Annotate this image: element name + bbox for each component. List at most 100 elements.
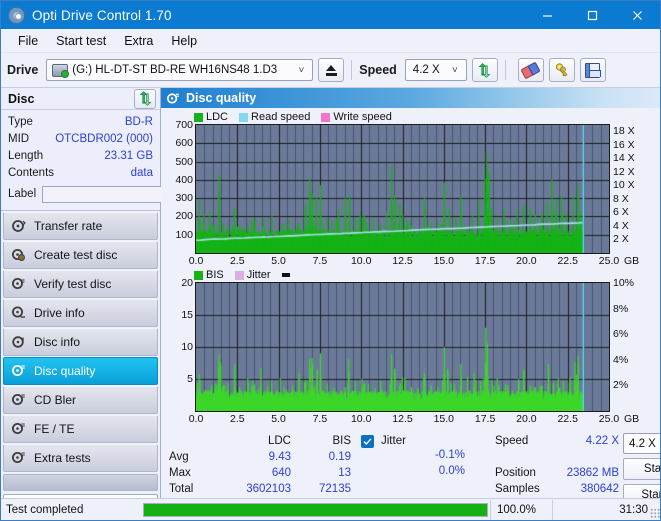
y2-tick-label: 10 X xyxy=(613,179,635,192)
sidebar-item-cd-bler[interactable]: CD Bler xyxy=(3,386,158,414)
y2-tick-label: 12 X xyxy=(613,165,635,178)
menu-start-test[interactable]: Start test xyxy=(47,32,115,50)
disc-contents-label: Contents xyxy=(8,166,55,179)
y-tick-label: 5 xyxy=(187,373,193,385)
x-tick-label: 22.5 xyxy=(557,255,578,267)
progress-percent: 100.0% xyxy=(490,499,552,520)
drive-toolbar: Drive (G:) HL-DT-ST BD-RE WH16NS48 1.D3 … xyxy=(1,53,660,88)
test-speed-select[interactable]: 4.2 X ˅ xyxy=(623,433,660,454)
y2-tick-label: 8 X xyxy=(613,192,629,205)
disc-quality-icon xyxy=(167,92,180,105)
y-tick-label: 700 xyxy=(175,119,193,131)
x-tick-label: 2.5 xyxy=(229,255,245,267)
x-tick-label: 15.0 xyxy=(433,255,455,267)
x-tick-label: 12.5 xyxy=(392,413,413,425)
disc-type-label: Type xyxy=(8,115,33,128)
bis-chart-plot[interactable] xyxy=(195,282,610,412)
x-tick-label: 12.5 xyxy=(392,255,413,267)
minimize-icon[interactable] xyxy=(525,1,570,29)
samples-label: Samples xyxy=(495,483,540,495)
elapsed-time: 31:30 xyxy=(552,499,660,520)
legend-entry-bis: BIS xyxy=(194,269,224,281)
ldc-chart: 100 200 300 400 500 600 700 2 X4 X6 X8 X 10 X 12… xyxy=(167,119,660,254)
toolbar-divider-2 xyxy=(504,60,506,80)
keys-button[interactable] xyxy=(548,58,575,82)
eject-button[interactable] xyxy=(318,58,345,82)
sidebar-item-extra-tests[interactable]: Extra tests xyxy=(3,444,158,472)
window-title: Opti Drive Control 1.70 xyxy=(32,7,172,23)
legend-entry-ldc: LDC xyxy=(194,111,228,123)
sidebar-item-label: Disc quality xyxy=(34,364,96,378)
x-tick-label: 2.5 xyxy=(229,413,245,425)
maximize-icon[interactable] xyxy=(570,1,615,29)
menu-help[interactable]: Help xyxy=(162,32,206,50)
menu-extra[interactable]: Extra xyxy=(115,32,162,50)
y2-tick-label: 8% xyxy=(613,302,629,315)
legend-swatch-bis xyxy=(194,270,203,280)
menu-file[interactable]: File xyxy=(9,32,47,50)
x-tick-label: 22.5 xyxy=(557,413,578,425)
save-button[interactable] xyxy=(579,58,606,82)
ldc-chart-y2-axis: 2 X4 X6 X8 X 10 X 12 X 14 X 16 X 18 X xyxy=(610,124,644,254)
position-label: Position xyxy=(495,467,536,479)
sidebar-item-label: Disc info xyxy=(34,335,81,349)
sidebar-item-create-test-disc[interactable]: Create test disc xyxy=(3,241,158,269)
jitter-checkbox[interactable] xyxy=(361,434,374,448)
x-tick-label: 7.5 xyxy=(312,413,328,425)
samples-row: Samples 380642 xyxy=(495,481,623,497)
y-tick-label: 300 xyxy=(175,192,193,205)
legend-label-jitter: Jitter xyxy=(246,269,271,281)
x-tick-label: 0.0 xyxy=(188,413,204,425)
sidebar-item-fe-te[interactable]: FE / TE xyxy=(3,415,158,443)
total-ldc-value: 3602103 xyxy=(246,483,291,495)
disc-label-row: Label xyxy=(8,182,215,206)
ldc-chart-plot[interactable] xyxy=(195,124,610,254)
table-header-row: LDC BIS xyxy=(169,433,355,449)
disc-contents-value: data xyxy=(130,166,153,179)
refresh-arrows-icon xyxy=(478,62,491,78)
sidebar-item-drive-info[interactable]: Drive info xyxy=(3,299,158,327)
sidebar-item-label: Transfer rate xyxy=(34,219,103,233)
menu-bar: File Start test Extra Help xyxy=(1,29,660,53)
eject-icon xyxy=(326,64,337,71)
x-tick-label: 7.5 xyxy=(312,255,328,267)
content-panel: Disc quality LDC Read speed Write speed … xyxy=(161,88,660,520)
status-message: Test completed xyxy=(6,503,84,516)
resize-grip[interactable] xyxy=(650,508,660,518)
y2-tick-label: 16 X xyxy=(613,138,635,151)
x-tick-label: 5.0 xyxy=(271,255,286,267)
drive-select-value: (G:) HL-DT-ST BD-RE WH16NS48 1.D3 xyxy=(72,64,278,76)
content-title: Disc quality xyxy=(186,91,257,105)
speed-column: Speed 4.22 X Position 23862 MB Samples 3… xyxy=(495,433,623,497)
table-row: Max 640 13 xyxy=(169,465,355,481)
disc-fete-icon xyxy=(10,422,28,436)
sidebar-item-disc-quality[interactable]: Disc quality xyxy=(3,357,158,385)
drive-select[interactable]: (G:) HL-DT-ST BD-RE WH16NS48 1.D3 ˅ xyxy=(46,59,314,81)
y2-tick-label: 2% xyxy=(613,379,629,392)
close-icon[interactable] xyxy=(615,1,660,29)
disc-refresh-button[interactable] xyxy=(134,88,156,109)
legend-label-bis: BIS xyxy=(206,269,224,281)
error-stats-table: LDC BIS Avg 9.43 0.19 Max 640 13 Total 3… xyxy=(169,433,355,497)
disc-mid-label: MID xyxy=(8,132,30,145)
speed-select[interactable]: 4.2 X ˅ xyxy=(404,59,467,81)
sidebar-item-verify-test-disc[interactable]: Verify test disc xyxy=(3,270,158,298)
bis-chart-y2-axis: 2% 4% 6% 8% 10% xyxy=(610,277,644,412)
bis-chart-x-axis: 0.0 2.5 5.0 7.5 10.0 12.5 15.0 17.5 20.0 22.5 25.0… xyxy=(189,412,660,427)
table-row: Avg 9.43 0.19 xyxy=(169,449,355,465)
disc-create-icon xyxy=(10,248,28,262)
sidebar-item-disc-info[interactable]: Disc info xyxy=(3,328,158,356)
action-buttons: 4.2 X ˅ Start full Start part xyxy=(623,433,660,506)
y-tick-label: 200 xyxy=(175,210,193,223)
sidebar-item-transfer-rate[interactable]: Transfer rate xyxy=(3,212,158,240)
legend-label-read-speed: Read speed xyxy=(251,111,311,123)
column-header-bis: BIS xyxy=(332,435,351,447)
title-bar: Opti Drive Control 1.70 xyxy=(1,1,660,29)
refresh-speed-button[interactable] xyxy=(471,58,498,82)
legend-marker-dash xyxy=(281,273,290,277)
start-full-button[interactable]: Start full xyxy=(623,458,660,480)
legend-swatch-read-speed xyxy=(239,112,249,122)
erase-button[interactable] xyxy=(517,58,544,82)
x-tick-label: 5.0 xyxy=(271,413,286,425)
x-tick-label: 0.0 xyxy=(188,255,204,267)
